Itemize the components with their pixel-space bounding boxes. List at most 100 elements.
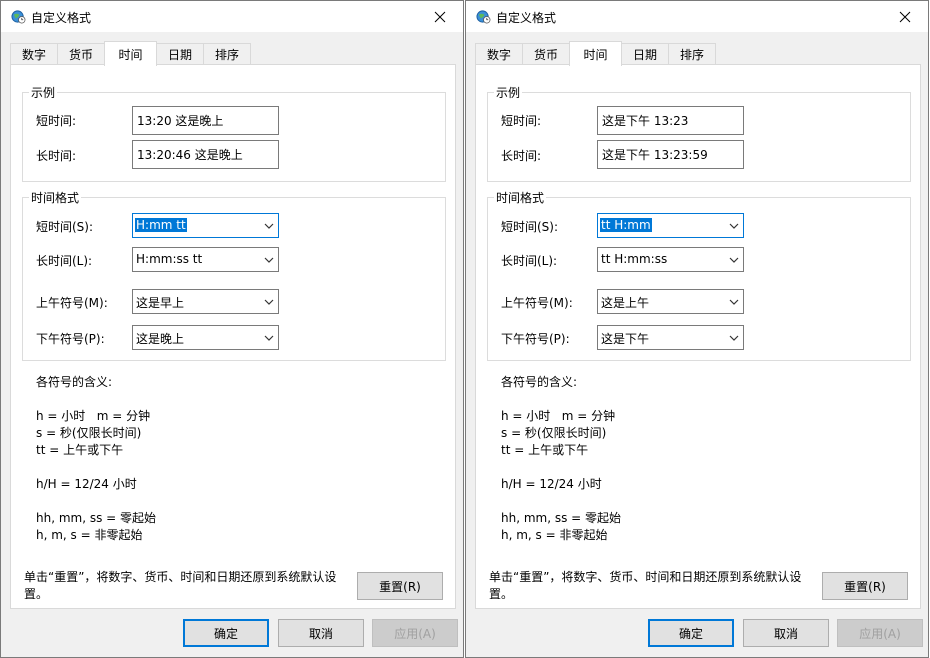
long-time-format-label: 长时间(L): <box>501 254 558 268</box>
time-format-group: 时间格式 短时间(S): tt H:mm 长时间(L): tt H:mm:ss … <box>487 189 911 361</box>
title-bar: 自定义格式 <box>1 1 463 32</box>
am-symbol-select[interactable]: 这是早上 <box>132 289 279 314</box>
ok-button[interactable]: 确定 <box>183 619 269 647</box>
short-time-format-select[interactable]: H:mm tt <box>132 213 279 238</box>
short-time-format-select[interactable]: tt H:mm <box>597 213 744 238</box>
close-icon <box>434 11 446 22</box>
tab-number[interactable]: 数字 <box>475 43 523 65</box>
cancel-button[interactable]: 取消 <box>743 619 829 647</box>
legend-line: h = 小时 m = 分钟 <box>36 409 151 423</box>
legend-line: tt = 上午或下午 <box>501 443 589 457</box>
long-time-format-value: tt H:mm:ss <box>601 252 668 266</box>
short-time-format-value: tt H:mm <box>600 218 652 232</box>
long-time-sample: 这是下午 13:23:59 <box>597 140 744 169</box>
tab-sort[interactable]: 排序 <box>668 43 716 65</box>
legend-line: 各符号的含义: <box>501 375 578 389</box>
sample-group: 示例 短时间: 这是下午 13:23 长时间: 这是下午 13:23:59 <box>487 84 911 182</box>
symbol-legend: 各符号的含义: h = 小时 m = 分钟 s = 秒(仅限长时间) tt = … <box>36 374 156 544</box>
chevron-down-icon <box>264 257 274 263</box>
chevron-down-icon <box>264 223 274 229</box>
tab-time[interactable]: 时间 <box>104 41 157 66</box>
long-time-sample-label: 长时间: <box>501 149 542 163</box>
close-button[interactable] <box>882 1 928 32</box>
legend-line: h/H = 12/24 小时 <box>501 477 602 491</box>
legend-line: s = 秒(仅限长时间) <box>36 426 142 440</box>
am-symbol-value: 这是早上 <box>136 296 185 310</box>
legend-line: s = 秒(仅限长时间) <box>501 426 607 440</box>
legend-line: h, m, s = 非零起始 <box>501 528 608 542</box>
legend-line: h/H = 12/24 小时 <box>36 477 137 491</box>
tab-date[interactable]: 日期 <box>156 43 204 65</box>
chevron-down-icon <box>729 223 739 229</box>
legend-line: 各符号的含义: <box>36 375 113 389</box>
sample-group-title: 示例 <box>494 84 523 101</box>
long-time-sample: 13:20:46 这是晚上 <box>132 140 279 169</box>
legend-line <box>36 391 156 408</box>
short-time-sample-label: 短时间: <box>36 114 77 128</box>
short-time-format-value: H:mm tt <box>135 218 187 232</box>
tab-panel-time: 示例 短时间: 13:20 这是晚上 长时间: 13:20:46 这是晚上 时间… <box>10 64 456 609</box>
short-time-format-label: 短时间(S): <box>36 220 94 234</box>
short-time-sample: 这是下午 13:23 <box>597 106 744 135</box>
short-time-sample: 13:20 这是晚上 <box>132 106 279 135</box>
reset-note: 单击“重置”，将数字、货币、时间和日期还原到系统默认设置。 <box>489 570 802 601</box>
short-time-sample-label: 短时间: <box>501 114 542 128</box>
title-bar: 自定义格式 <box>466 1 928 32</box>
long-time-format-select[interactable]: tt H:mm:ss <box>597 247 744 272</box>
sample-group-title: 示例 <box>29 84 58 101</box>
chevron-down-icon <box>264 299 274 305</box>
pm-symbol-select[interactable]: 这是晚上 <box>132 325 279 350</box>
close-button[interactable] <box>417 1 463 32</box>
am-symbol-label: 上午符号(M): <box>36 296 108 310</box>
am-symbol-label: 上午符号(M): <box>501 296 573 310</box>
tab-date[interactable]: 日期 <box>621 43 669 65</box>
pm-symbol-label: 下午符号(P): <box>501 332 570 346</box>
legend-line <box>501 391 621 408</box>
legend-line <box>36 493 156 510</box>
chevron-down-icon <box>729 257 739 263</box>
long-time-sample-label: 长时间: <box>36 149 77 163</box>
cancel-button[interactable]: 取消 <box>278 619 364 647</box>
custom-format-dialog-1: 自定义格式 数字 货币 时间 日期 排序 示例 短时间: 13:20 这是晚上 … <box>0 0 464 658</box>
legend-line: hh, mm, ss = 零起始 <box>501 511 622 525</box>
pm-symbol-value: 这是下午 <box>601 332 650 346</box>
long-time-format-value: H:mm:ss tt <box>136 252 203 266</box>
time-format-group: 时间格式 短时间(S): H:mm tt 长时间(L): H:mm:ss tt … <box>22 189 446 361</box>
pm-symbol-select[interactable]: 这是下午 <box>597 325 744 350</box>
chevron-down-icon <box>264 335 274 341</box>
legend-line <box>501 459 621 476</box>
am-symbol-select[interactable]: 这是上午 <box>597 289 744 314</box>
legend-line: tt = 上午或下午 <box>36 443 124 457</box>
short-time-format-label: 短时间(S): <box>501 220 559 234</box>
tab-number[interactable]: 数字 <box>10 43 58 65</box>
long-time-format-label: 长时间(L): <box>36 254 93 268</box>
reset-button[interactable]: 重置(R) <box>357 572 443 600</box>
reset-button[interactable]: 重置(R) <box>822 572 908 600</box>
legend-line <box>36 459 156 476</box>
tab-currency[interactable]: 货币 <box>57 43 105 65</box>
apply-button[interactable]: 应用(A) <box>372 619 458 647</box>
pm-symbol-label: 下午符号(P): <box>36 332 105 346</box>
window-title: 自定义格式 <box>31 11 92 25</box>
tab-time[interactable]: 时间 <box>569 41 622 66</box>
close-icon <box>899 11 911 22</box>
globe-clock-icon <box>11 10 26 24</box>
tab-sort[interactable]: 排序 <box>203 43 251 65</box>
chevron-down-icon <box>729 299 739 305</box>
legend-line: h, m, s = 非零起始 <box>36 528 143 542</box>
globe-clock-icon <box>476 10 491 24</box>
apply-button[interactable]: 应用(A) <box>837 619 923 647</box>
long-time-format-select[interactable]: H:mm:ss tt <box>132 247 279 272</box>
legend-line: hh, mm, ss = 零起始 <box>36 511 157 525</box>
custom-format-dialog-2: 自定义格式 数字 货币 时间 日期 排序 示例 短时间: 这是下午 13:23 … <box>465 0 929 658</box>
am-symbol-value: 这是上午 <box>601 296 650 310</box>
ok-button[interactable]: 确定 <box>648 619 734 647</box>
window-title: 自定义格式 <box>496 11 557 25</box>
tab-currency[interactable]: 货币 <box>522 43 570 65</box>
legend-line: h = 小时 m = 分钟 <box>501 409 616 423</box>
time-format-group-title: 时间格式 <box>494 189 547 206</box>
pm-symbol-value: 这是晚上 <box>136 332 185 346</box>
time-format-group-title: 时间格式 <box>29 189 82 206</box>
chevron-down-icon <box>729 335 739 341</box>
sample-group: 示例 短时间: 13:20 这是晚上 长时间: 13:20:46 这是晚上 <box>22 84 446 182</box>
